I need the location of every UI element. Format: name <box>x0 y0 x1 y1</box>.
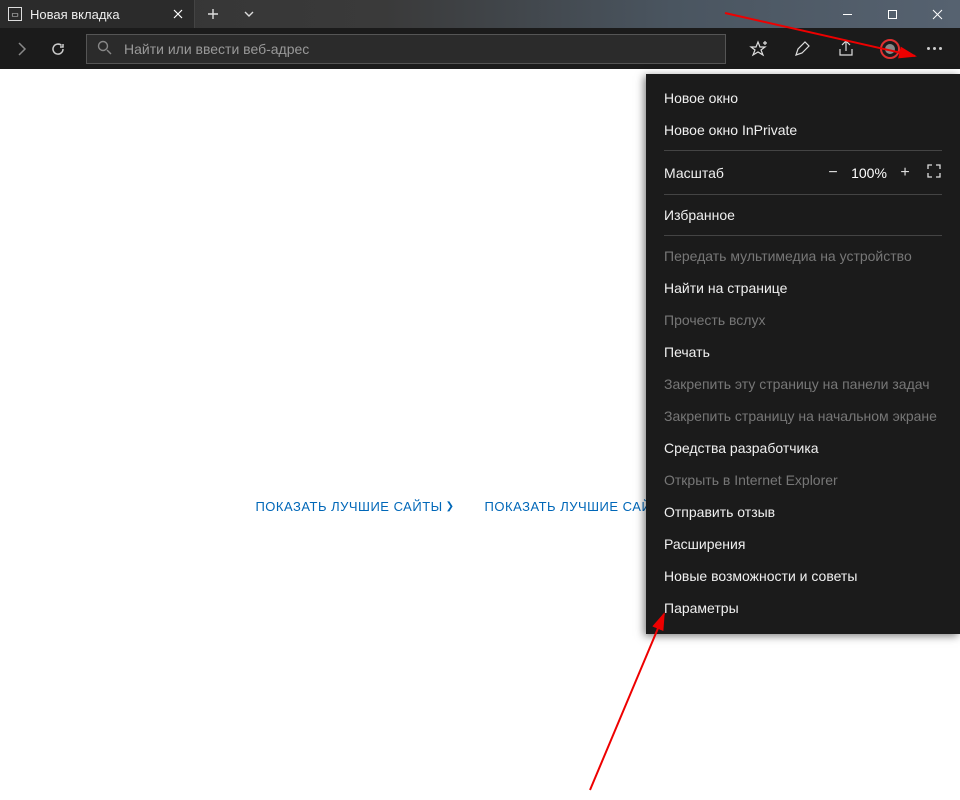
maximize-button[interactable] <box>870 0 915 28</box>
zoom-in-button[interactable]: + <box>892 164 918 182</box>
forward-button[interactable] <box>6 33 38 65</box>
profile-icon[interactable] <box>870 29 910 69</box>
titlebar: ▭ Новая вкладка <box>0 0 960 28</box>
browser-tab[interactable]: ▭ Новая вкладка <box>0 0 195 28</box>
menu-separator <box>664 194 942 195</box>
menu-read-aloud: Прочесть вслух <box>646 304 960 336</box>
favorites-icon[interactable] <box>738 29 778 69</box>
menu-whats-new[interactable]: Новые возможности и советы <box>646 560 960 592</box>
menu-extensions[interactable]: Расширения <box>646 528 960 560</box>
menu-new-inprivate[interactable]: Новое окно InPrivate <box>646 114 960 146</box>
more-menu-button[interactable] <box>914 29 954 69</box>
menu-pin-taskbar: Закрепить эту страницу на панели задач <box>646 368 960 400</box>
menu-open-ie: Открыть в Internet Explorer <box>646 464 960 496</box>
zoom-out-button[interactable]: − <box>820 164 846 182</box>
search-icon <box>97 40 112 58</box>
menu-cast: Передать мультимедиа на устройство <box>646 240 960 272</box>
zoom-value: 100% <box>846 165 892 181</box>
new-tab-button[interactable] <box>195 0 231 28</box>
more-menu: Новое окно Новое окно InPrivate Масштаб … <box>646 74 960 634</box>
share-icon[interactable] <box>826 29 866 69</box>
menu-settings[interactable]: Параметры <box>646 592 960 624</box>
menu-pin-start: Закрепить страницу на начальном экране <box>646 400 960 432</box>
tabs-list-button[interactable] <box>231 0 267 28</box>
address-bar[interactable] <box>86 34 726 64</box>
menu-new-window[interactable]: Новое окно <box>646 82 960 114</box>
tab-favicon: ▭ <box>8 7 22 21</box>
toolbar <box>0 28 960 69</box>
menu-print[interactable]: Печать <box>646 336 960 368</box>
fullscreen-icon[interactable] <box>926 163 942 182</box>
show-top-sites-link[interactable]: ПОКАЗАТЬ ЛУЧШИЕ САЙТЫ ❯ <box>255 499 454 514</box>
address-input[interactable] <box>124 41 715 57</box>
refresh-button[interactable] <box>42 33 74 65</box>
menu-dev-tools[interactable]: Средства разработчика <box>646 432 960 464</box>
chevron-right-icon: ❯ <box>446 501 455 512</box>
minimize-button[interactable] <box>825 0 870 28</box>
notes-icon[interactable] <box>782 29 822 69</box>
close-tab-icon[interactable] <box>170 6 186 22</box>
menu-find[interactable]: Найти на странице <box>646 272 960 304</box>
close-window-button[interactable] <box>915 0 960 28</box>
menu-separator <box>664 150 942 151</box>
tab-title: Новая вкладка <box>30 7 170 22</box>
menu-feedback[interactable]: Отправить отзыв <box>646 496 960 528</box>
zoom-label: Масштаб <box>664 165 820 181</box>
menu-separator <box>664 235 942 236</box>
menu-favorites[interactable]: Избранное <box>646 199 960 231</box>
link-label: ПОКАЗАТЬ ЛУЧШИЕ САЙТЫ <box>255 499 442 514</box>
menu-zoom-row: Масштаб − 100% + <box>646 155 960 190</box>
